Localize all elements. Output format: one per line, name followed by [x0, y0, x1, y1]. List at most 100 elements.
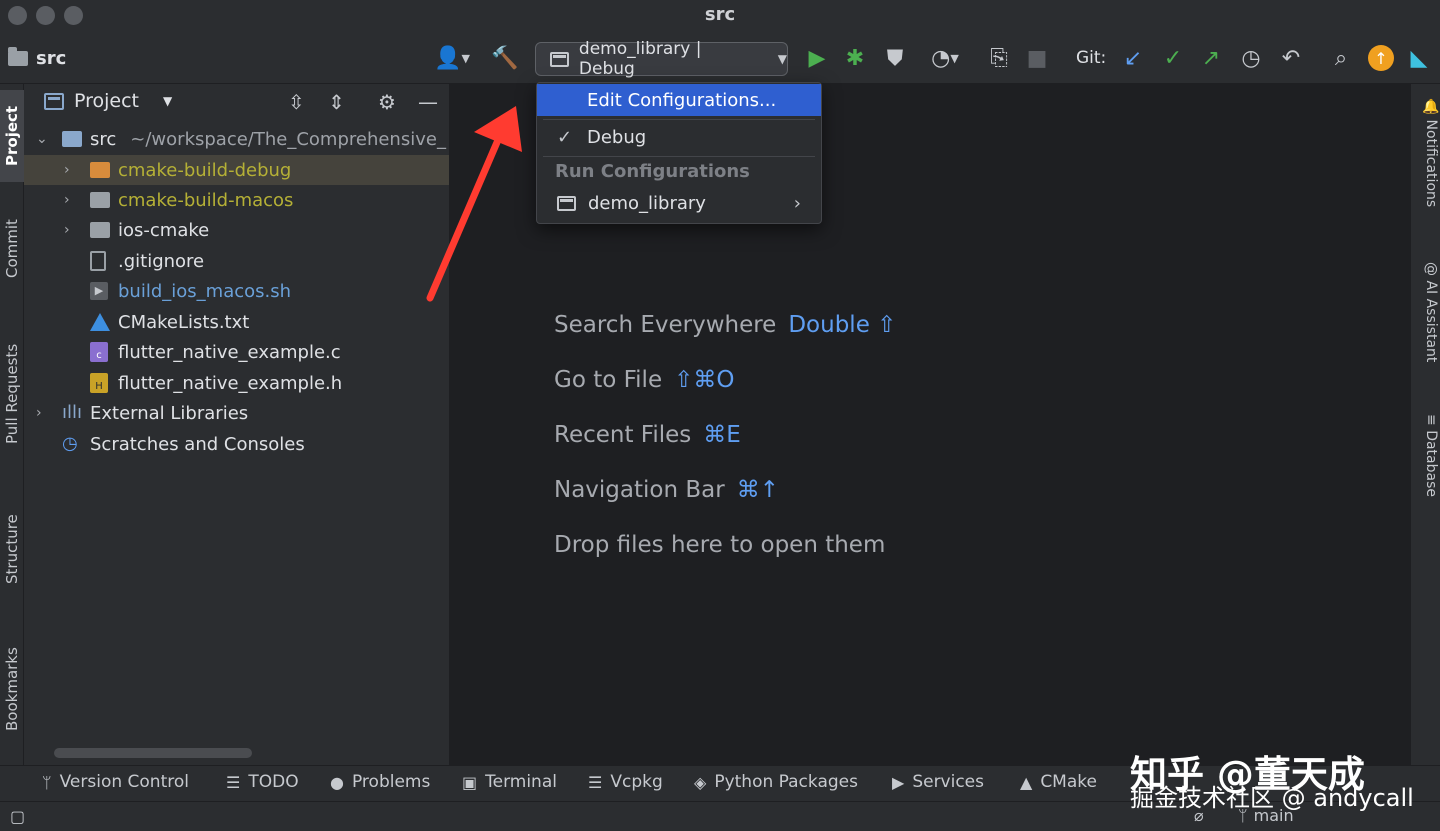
tool-window-services[interactable]: ▶ Services — [892, 772, 984, 792]
tree-row-ios-cmake[interactable]: › ios-cmake — [24, 215, 449, 245]
horizontal-scrollbar[interactable] — [54, 748, 252, 758]
tree-row-cmake-build-macos[interactable]: › cmake-build-macos — [24, 185, 449, 215]
chevron-right-icon[interactable]: › — [36, 405, 42, 421]
tree-row-scratches[interactable]: ◷ Scratches and Consoles — [24, 429, 449, 459]
chevron-right-icon[interactable]: › — [64, 192, 70, 208]
run-icon[interactable]: ▶ — [802, 44, 832, 72]
folder-icon — [90, 222, 110, 238]
folder-icon — [90, 162, 110, 178]
left-tool-strip: Project Commit Pull Requests Structure B… — [0, 84, 24, 765]
tree-row-cmake-build-debug[interactable]: › cmake-build-debug — [24, 155, 449, 185]
breadcrumb[interactable]: src — [8, 44, 66, 72]
history-clock-icon[interactable]: ◷ — [1236, 44, 1266, 72]
module-folder-icon — [62, 131, 82, 147]
tool-window-version-control[interactable]: ᛘ Version Control — [42, 772, 189, 792]
hint-label: Go to File — [554, 367, 663, 393]
tool-tab-structure[interactable]: Structure — [0, 494, 24, 604]
rollback-icon[interactable]: ↶ — [1276, 44, 1306, 72]
panel-toggle-icon[interactable]: ▢ — [10, 807, 25, 826]
tool-window-label: Vcpkg — [610, 772, 663, 792]
debug-bug-icon[interactable]: ✱ — [840, 44, 870, 72]
menu-item-demo-library[interactable]: demo_library › — [537, 187, 821, 219]
jetbrains-logo-icon[interactable]: ◣ — [1404, 44, 1434, 72]
tree-row-build-script[interactable]: ▶ build_ios_macos.sh — [24, 276, 449, 306]
tree-row-cmakelists[interactable]: CMakeLists.txt — [24, 307, 449, 337]
gear-icon[interactable]: ⚙ — [378, 90, 396, 114]
git-push-icon[interactable]: ↗ — [1196, 44, 1226, 72]
tree-label: CMakeLists.txt — [118, 311, 250, 333]
tool-window-cmake[interactable]: ▲ CMake — [1020, 772, 1097, 792]
tool-window-label: Services — [912, 772, 984, 792]
branch-icon: ᛘ — [42, 772, 52, 792]
profiler-icon[interactable]: ◔ ▼ — [920, 44, 970, 72]
hide-panel-icon[interactable]: — — [418, 90, 438, 114]
tool-tab-ai-assistant[interactable]: @ AI Assistant — [1415, 262, 1439, 402]
run-configuration-selector[interactable]: demo_library | Debug ▼ — [535, 39, 788, 79]
window-title: src — [704, 4, 736, 25]
tree-row-src[interactable]: ⌄ src ~/workspace/The_Comprehensive_ — [24, 124, 449, 154]
menu-item-edit-configurations[interactable]: Edit Configurations... — [537, 84, 821, 116]
shell-script-icon: ▶ — [90, 282, 108, 300]
tree-row-c-file[interactable]: c flutter_native_example.c — [24, 337, 449, 367]
hint-label: Drop files here to open them — [554, 532, 886, 558]
bell-icon: 🔔 — [1423, 98, 1439, 116]
tree-path-hint: ~/workspace/The_Comprehensive_ — [130, 128, 446, 150]
expand-all-icon[interactable]: ⇳ — [288, 90, 305, 114]
stop-icon[interactable]: ■ — [1022, 44, 1052, 72]
hint-label: Search Everywhere — [554, 312, 777, 338]
folder-icon — [8, 46, 28, 66]
c-file-icon: c — [90, 342, 108, 362]
attach-debugger-icon[interactable]: ⎘ — [984, 44, 1014, 72]
scratches-clock-icon: ◷ — [62, 433, 78, 454]
layers-icon: ◈ — [694, 772, 707, 792]
chevron-down-icon: ▼ — [163, 94, 173, 108]
tool-tab-project[interactable]: Project — [0, 90, 24, 182]
user-icon[interactable]: 👤 ▼ — [430, 44, 474, 72]
right-tool-strip: 🔔 Notifications @ AI Assistant ≡ Databas… — [1410, 84, 1440, 765]
tree-row-h-file[interactable]: H flutter_native_example.h — [24, 368, 449, 398]
hint-go-to-file: Go to File ⇧⌘O — [554, 367, 734, 393]
ai-assistant-icon: @ — [1423, 262, 1439, 276]
tool-window-problems[interactable]: ● Problems — [330, 772, 430, 792]
tool-tab-commit[interactable]: Commit — [0, 204, 24, 294]
tool-tab-label: Notifications — [1423, 119, 1439, 208]
header-file-icon: H — [90, 373, 108, 393]
project-panel: Project ▼ ⇳ ⇕ ⚙ — ⌄ src ~/workspace/The_C… — [24, 84, 450, 765]
ignore-file-icon — [90, 251, 106, 271]
tool-window-python-packages[interactable]: ◈ Python Packages — [694, 772, 858, 792]
hint-label: Navigation Bar — [554, 477, 725, 503]
services-play-icon: ▶ — [892, 772, 905, 792]
tool-window-label: Python Packages — [714, 772, 858, 792]
update-available-icon[interactable]: ↑ — [1368, 45, 1394, 71]
chevron-right-icon[interactable]: › — [64, 222, 70, 238]
tool-window-vcpkg[interactable]: ☰ Vcpkg — [588, 772, 663, 792]
list-icon: ☰ — [226, 772, 241, 792]
git-update-icon[interactable]: ↙ — [1118, 44, 1148, 72]
chevron-right-icon[interactable]: › — [64, 162, 70, 178]
hint-shortcut: ⌘↑ — [736, 477, 779, 503]
tree-label: Scratches and Consoles — [90, 433, 305, 455]
chevron-down-icon[interactable]: ⌄ — [36, 131, 48, 147]
menu-item-debug[interactable]: ✓ Debug — [537, 121, 821, 153]
hint-drop-files: Drop files here to open them — [554, 532, 885, 558]
tool-window-terminal[interactable]: ▣ Terminal — [462, 772, 557, 792]
menu-item-label: demo_library — [588, 192, 706, 214]
search-icon[interactable]: ⌕ — [1326, 44, 1356, 72]
window-icon — [550, 51, 569, 67]
tool-tab-database[interactable]: ≡ Database — [1415, 414, 1439, 524]
coverage-shield-icon[interactable]: ⛊ — [880, 44, 910, 72]
tool-tab-notifications[interactable]: 🔔 Notifications — [1415, 98, 1439, 238]
collapse-all-icon[interactable]: ⇕ — [328, 90, 345, 114]
tree-row-external-libraries[interactable]: › ıllı External Libraries — [24, 398, 449, 428]
run-configuration-label: demo_library | Debug — [578, 39, 702, 79]
tool-tab-bookmarks[interactable]: Bookmarks — [0, 629, 24, 749]
warning-circle-icon: ● — [330, 772, 344, 792]
git-commit-icon[interactable]: ✓ — [1158, 44, 1188, 72]
list-icon: ☰ — [588, 772, 603, 792]
tool-tab-pull-requests[interactable]: Pull Requests — [0, 324, 24, 464]
project-view-selector[interactable]: Project ▼ — [44, 90, 172, 112]
tool-window-label: Version Control — [59, 772, 189, 792]
tree-row-gitignore[interactable]: .gitignore — [24, 246, 449, 276]
tool-window-todo[interactable]: ☰ TODO — [226, 772, 299, 792]
build-hammer-icon[interactable]: 🔨 — [490, 44, 520, 72]
